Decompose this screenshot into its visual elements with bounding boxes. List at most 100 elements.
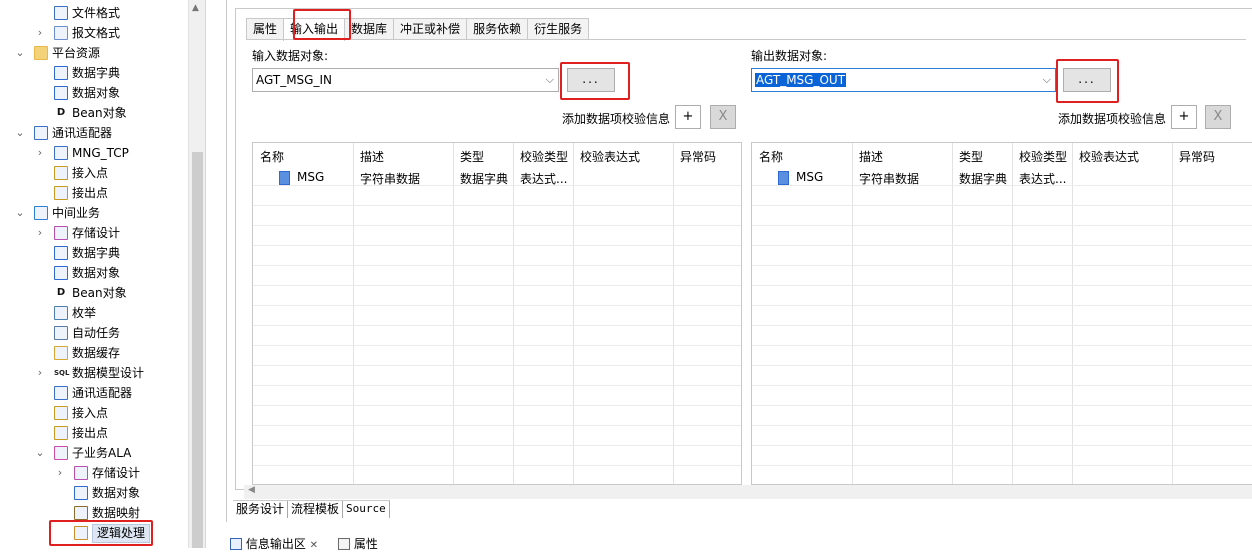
row-divider xyxy=(752,225,1252,226)
highlight-input-output-tab xyxy=(293,9,351,40)
data-dictionary-icon xyxy=(54,246,68,260)
chevron-down-icon[interactable]: ⌵ xyxy=(546,69,554,91)
tab-database[interactable]: 数据库 xyxy=(344,18,395,40)
input-object-value: AGT_MSG_IN xyxy=(256,73,332,87)
output-object-combo[interactable]: AGT_MSG_OUT ⌵ xyxy=(751,68,1056,92)
scroll-left-arrow-icon[interactable]: ◀ xyxy=(248,485,255,495)
editor-panel: 属性 输入输出 数据库 冲正或补偿 服务依赖 衍生服务 输入数据对象: AGT_… xyxy=(235,8,1252,499)
tree-item-label: 枚举 xyxy=(72,306,97,320)
tree-item-label: 接出点 xyxy=(72,186,109,200)
horizontal-scrollbar[interactable]: ◀ xyxy=(244,485,1252,499)
tab-service-dependency[interactable]: 服务依赖 xyxy=(466,18,529,40)
table-cell[interactable]: 表达式... xyxy=(520,170,567,187)
data-mapping-icon xyxy=(74,506,88,520)
table-header: 名称 描述 类型 校验类型 校验表达式 异常码 xyxy=(752,143,1252,165)
tab-derived-service[interactable]: 衍生服务 xyxy=(527,18,590,40)
row-divider xyxy=(253,465,741,466)
column-divider xyxy=(1072,143,1073,484)
row-divider xyxy=(752,405,1252,406)
column-header[interactable]: 类型 xyxy=(460,148,484,165)
adapter-icon xyxy=(54,146,68,160)
chevron-down-icon[interactable]: ⌄ xyxy=(14,123,26,143)
row-divider xyxy=(253,365,741,366)
column-header[interactable]: 名称 xyxy=(260,148,284,165)
tree-item-label: 数据对象 xyxy=(72,266,121,280)
chevron-right-icon[interactable]: › xyxy=(34,23,46,43)
sql-model-icon: SQL xyxy=(54,369,70,377)
tree-item-label: 文件格式 xyxy=(72,6,121,20)
row-divider xyxy=(752,425,1252,426)
tab-flow-template[interactable]: 流程模板 xyxy=(288,501,344,518)
row-divider xyxy=(752,325,1252,326)
chevron-right-icon[interactable]: › xyxy=(34,223,46,243)
input-remove-button[interactable]: X xyxy=(710,105,736,129)
close-icon[interactable]: ✕ xyxy=(310,540,318,551)
row-divider xyxy=(253,345,741,346)
tab-divider xyxy=(246,39,1246,40)
scrollbar-thumb[interactable] xyxy=(192,152,203,548)
input-object-combo[interactable]: AGT_MSG_IN ⌵ xyxy=(252,68,559,92)
column-divider xyxy=(1012,143,1013,484)
chevron-right-icon[interactable]: › xyxy=(34,363,46,383)
tab-source[interactable]: Source xyxy=(343,501,390,518)
row-divider xyxy=(253,245,741,246)
chevron-right-icon[interactable]: › xyxy=(54,463,66,483)
business-icon xyxy=(34,206,48,220)
column-header[interactable]: 描述 xyxy=(360,148,384,165)
tree-item-label: 接出点 xyxy=(72,426,109,440)
properties-label: 属性 xyxy=(353,537,378,551)
table-cell[interactable]: 字符串数据 xyxy=(859,170,919,187)
tree-vertical-scrollbar[interactable]: ▲ xyxy=(188,0,205,548)
sub-business-icon xyxy=(54,446,68,460)
console-view-tab[interactable]: 信息输出区 ✕ xyxy=(230,535,318,552)
highlight-output-browse xyxy=(1056,59,1119,103)
access-point-icon xyxy=(54,166,68,180)
table-cell[interactable]: 表达式... xyxy=(1019,170,1066,187)
adapter-icon xyxy=(34,126,48,140)
row-divider xyxy=(752,345,1252,346)
column-header[interactable]: 名称 xyxy=(759,148,783,165)
input-table: 名称 描述 类型 校验类型 校验表达式 异常码 MSG 字符串数据 数据字典 表达式... xyxy=(252,142,742,485)
chevron-down-icon[interactable]: ⌵ xyxy=(1043,69,1051,91)
tab-properties[interactable]: 属性 xyxy=(246,18,285,40)
input-add-button[interactable]: + xyxy=(675,105,701,129)
row-divider xyxy=(253,385,741,386)
output-remove-button[interactable]: X xyxy=(1205,105,1231,129)
tab-service-design[interactable]: 服务设计 xyxy=(233,501,289,518)
output-object-value: AGT_MSG_OUT xyxy=(755,73,847,87)
data-dictionary-icon xyxy=(54,66,68,80)
output-add-button[interactable]: + xyxy=(1171,105,1197,129)
row-divider xyxy=(253,425,741,426)
chevron-down-icon[interactable]: ⌄ xyxy=(34,443,46,463)
table-cell[interactable]: MSG xyxy=(297,170,324,184)
row-divider xyxy=(253,225,741,226)
table-cell[interactable]: 数据字典 xyxy=(460,170,508,187)
chevron-down-icon[interactable]: ⌄ xyxy=(14,203,26,223)
tree-item-label: 数据对象 xyxy=(72,86,121,100)
column-header[interactable]: 异常码 xyxy=(1179,148,1215,165)
row-divider xyxy=(253,445,741,446)
column-header[interactable]: 校验表达式 xyxy=(580,148,640,165)
tree-item-label: 数据字典 xyxy=(72,246,121,260)
chevron-down-icon[interactable]: ⌄ xyxy=(14,43,26,63)
tree-item-label: 接入点 xyxy=(72,166,109,180)
column-header[interactable]: 描述 xyxy=(859,148,883,165)
properties-view-tab[interactable]: 属性 xyxy=(338,535,378,552)
project-explorer: 文件格式 › 报文格式 ⌄ 平台资源 数据字典 数据对象 D Bean对象 ⌄ 通讯适配器 › MNG_… xyxy=(0,0,206,548)
table-cell[interactable]: 数据字典 xyxy=(959,170,1007,187)
table-cell[interactable]: 字符串数据 xyxy=(360,170,420,187)
column-header[interactable]: 校验表达式 xyxy=(1079,148,1139,165)
scroll-up-arrow-icon[interactable]: ▲ xyxy=(192,3,199,13)
column-header[interactable]: 异常码 xyxy=(680,148,716,165)
tab-reversal-compensation[interactable]: 冲正或补偿 xyxy=(393,18,468,40)
row-divider xyxy=(752,365,1252,366)
column-divider xyxy=(513,143,514,484)
column-header[interactable]: 校验类型 xyxy=(520,148,568,165)
properties-icon xyxy=(338,538,350,550)
project-tree: 文件格式 › 报文格式 ⌄ 平台资源 数据字典 数据对象 D Bean对象 ⌄ 通讯适配器 › MNG_… xyxy=(0,0,188,548)
column-header[interactable]: 类型 xyxy=(959,148,983,165)
output-object-label: 输出数据对象: xyxy=(751,49,828,63)
column-header[interactable]: 校验类型 xyxy=(1019,148,1067,165)
chevron-right-icon[interactable]: › xyxy=(34,143,46,163)
table-cell[interactable]: MSG xyxy=(796,170,823,184)
